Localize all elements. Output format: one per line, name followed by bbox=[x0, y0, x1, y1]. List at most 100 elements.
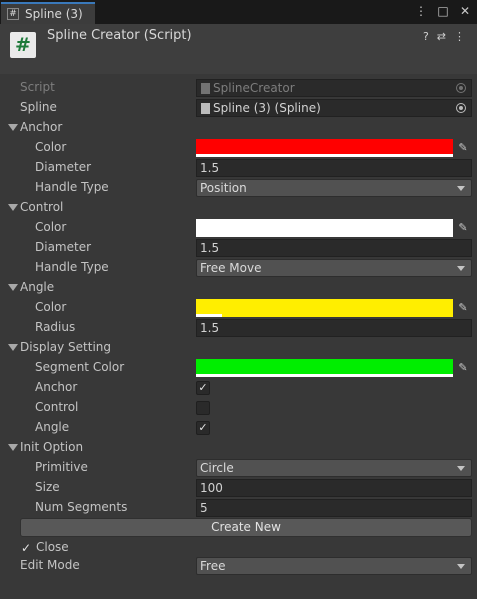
eyedropper-icon[interactable]: ✎ bbox=[455, 140, 471, 156]
size-input[interactable]: 100 bbox=[196, 479, 472, 497]
num-segments-input[interactable]: 5 bbox=[196, 499, 472, 517]
alpha-bar bbox=[196, 154, 453, 157]
angle-radius-input[interactable]: 1.5 bbox=[196, 319, 472, 337]
anchor-handle-type-label: Handle Type bbox=[35, 180, 109, 194]
dropdown-value: Free bbox=[200, 559, 226, 573]
control-handle-type-dropdown[interactable]: Free Move bbox=[196, 259, 472, 277]
chevron-down-icon bbox=[457, 564, 465, 569]
primitive-row: Primitive Circle bbox=[0, 458, 477, 478]
help-icon[interactable]: ? bbox=[423, 30, 429, 43]
edit-mode-label: Edit Mode bbox=[20, 558, 80, 572]
primitive-label: Primitive bbox=[35, 460, 88, 474]
dropdown-value: Position bbox=[200, 181, 247, 195]
eyedropper-icon[interactable]: ✎ bbox=[455, 300, 471, 316]
control-header: Control bbox=[20, 200, 64, 214]
tab-bar: # Spline (3) ⋮ □ ✕ bbox=[0, 0, 477, 24]
angle-color-swatch[interactable] bbox=[196, 299, 453, 317]
angle-radius-row: Radius 1.5 bbox=[0, 318, 477, 338]
script-row: Script SplineCreator bbox=[0, 78, 477, 98]
close-checkbox[interactable]: ✓ bbox=[19, 541, 33, 555]
control-handle-type-row: Handle Type Free Move bbox=[0, 258, 477, 278]
display-angle-label: Angle bbox=[35, 420, 70, 434]
display-header: Display Setting bbox=[20, 340, 112, 354]
angle-color-row: Color ✎ bbox=[0, 298, 477, 318]
anchor-diameter-label: Diameter bbox=[35, 160, 92, 174]
create-new-button[interactable]: Create New bbox=[20, 518, 472, 537]
foldout-arrow-icon[interactable] bbox=[8, 344, 18, 351]
display-control-label: Control bbox=[35, 400, 79, 414]
component-title: Spline Creator (Script) bbox=[47, 28, 192, 43]
num-segments-row: Num Segments 5 bbox=[0, 498, 477, 518]
angle-header: Angle bbox=[20, 280, 55, 294]
foldout-anchor[interactable]: Anchor bbox=[0, 118, 477, 138]
primitive-dropdown[interactable]: Circle bbox=[196, 459, 472, 477]
spline-label: Spline bbox=[20, 100, 57, 114]
close-label: Close bbox=[36, 540, 69, 554]
chevron-down-icon bbox=[457, 186, 465, 191]
display-angle-checkbox[interactable]: ✓ bbox=[196, 421, 210, 435]
foldout-arrow-icon[interactable] bbox=[8, 204, 18, 211]
angle-radius-label: Radius bbox=[35, 320, 76, 334]
control-diameter-row: Diameter 1.5 bbox=[0, 238, 477, 258]
control-handle-type-label: Handle Type bbox=[35, 260, 109, 274]
spline-value: Spline (3) (Spline) bbox=[213, 101, 321, 115]
dropdown-value: Circle bbox=[200, 461, 234, 475]
script-file-icon bbox=[201, 102, 210, 114]
size-label: Size bbox=[35, 480, 60, 494]
spline-row: Spline Spline (3) (Spline) bbox=[0, 98, 477, 118]
script-value: SplineCreator bbox=[213, 81, 295, 95]
display-control-checkbox[interactable] bbox=[196, 401, 210, 415]
anchor-handle-type-dropdown[interactable]: Position bbox=[196, 179, 472, 197]
window-controls: ⋮ □ ✕ bbox=[415, 4, 471, 18]
object-picker-icon[interactable] bbox=[456, 103, 466, 113]
tab-spline[interactable]: # Spline (3) bbox=[1, 2, 95, 24]
display-control-row: Control bbox=[0, 398, 477, 418]
tab-label: Spline (3) bbox=[25, 7, 83, 21]
close-row: ✓ Close bbox=[0, 538, 477, 558]
spline-field[interactable]: Spline (3) (Spline) bbox=[196, 99, 472, 117]
display-anchor-label: Anchor bbox=[35, 380, 78, 394]
close-icon[interactable]: ✕ bbox=[459, 4, 471, 18]
anchor-diameter-input[interactable]: 1.5 bbox=[196, 159, 472, 177]
maximize-icon[interactable]: □ bbox=[437, 4, 449, 18]
segment-color-label: Segment Color bbox=[35, 360, 125, 374]
kebab-menu-icon[interactable]: ⋮ bbox=[454, 30, 465, 43]
foldout-angle[interactable]: Angle bbox=[0, 278, 477, 298]
control-diameter-input[interactable]: 1.5 bbox=[196, 239, 472, 257]
alpha-bar bbox=[196, 314, 222, 317]
edit-mode-dropdown[interactable]: Free bbox=[196, 557, 472, 575]
segment-color-swatch[interactable] bbox=[196, 359, 453, 377]
eyedropper-icon[interactable]: ✎ bbox=[455, 220, 471, 236]
anchor-color-label: Color bbox=[35, 140, 67, 154]
control-color-swatch[interactable] bbox=[196, 219, 453, 237]
anchor-diameter-row: Diameter 1.5 bbox=[0, 158, 477, 178]
segment-color-row: Segment Color ✎ bbox=[0, 358, 477, 378]
foldout-display-setting[interactable]: Display Setting bbox=[0, 338, 477, 358]
control-color-row: Color ✎ bbox=[0, 218, 477, 238]
foldout-arrow-icon[interactable] bbox=[8, 124, 18, 131]
alpha-bar bbox=[196, 374, 453, 377]
script-icon: # bbox=[7, 8, 19, 20]
kebab-menu-icon[interactable]: ⋮ bbox=[415, 4, 427, 18]
display-anchor-checkbox[interactable]: ✓ bbox=[196, 381, 210, 395]
foldout-arrow-icon[interactable] bbox=[8, 444, 18, 451]
eyedropper-icon[interactable]: ✎ bbox=[455, 360, 471, 376]
foldout-init-option[interactable]: Init Option bbox=[0, 438, 477, 458]
anchor-handle-type-row: Handle Type Position bbox=[0, 178, 477, 198]
anchor-color-swatch[interactable] bbox=[196, 139, 453, 157]
alpha-bar bbox=[196, 234, 453, 237]
script-icon: # bbox=[10, 32, 36, 58]
foldout-arrow-icon[interactable] bbox=[8, 284, 18, 291]
script-file-icon bbox=[201, 82, 210, 94]
anchor-color-row: Color ✎ bbox=[0, 138, 477, 158]
component-header: # Spline Creator (Script) ? ⇄ ⋮ bbox=[0, 24, 477, 74]
script-label: Script bbox=[20, 80, 55, 94]
component-tools: ? ⇄ ⋮ bbox=[423, 30, 465, 43]
script-field: SplineCreator bbox=[196, 79, 472, 97]
foldout-control[interactable]: Control bbox=[0, 198, 477, 218]
presets-icon[interactable]: ⇄ bbox=[437, 30, 446, 43]
angle-color-label: Color bbox=[35, 300, 67, 314]
num-segments-label: Num Segments bbox=[35, 500, 128, 514]
chevron-down-icon bbox=[457, 266, 465, 271]
display-anchor-row: Anchor ✓ bbox=[0, 378, 477, 398]
